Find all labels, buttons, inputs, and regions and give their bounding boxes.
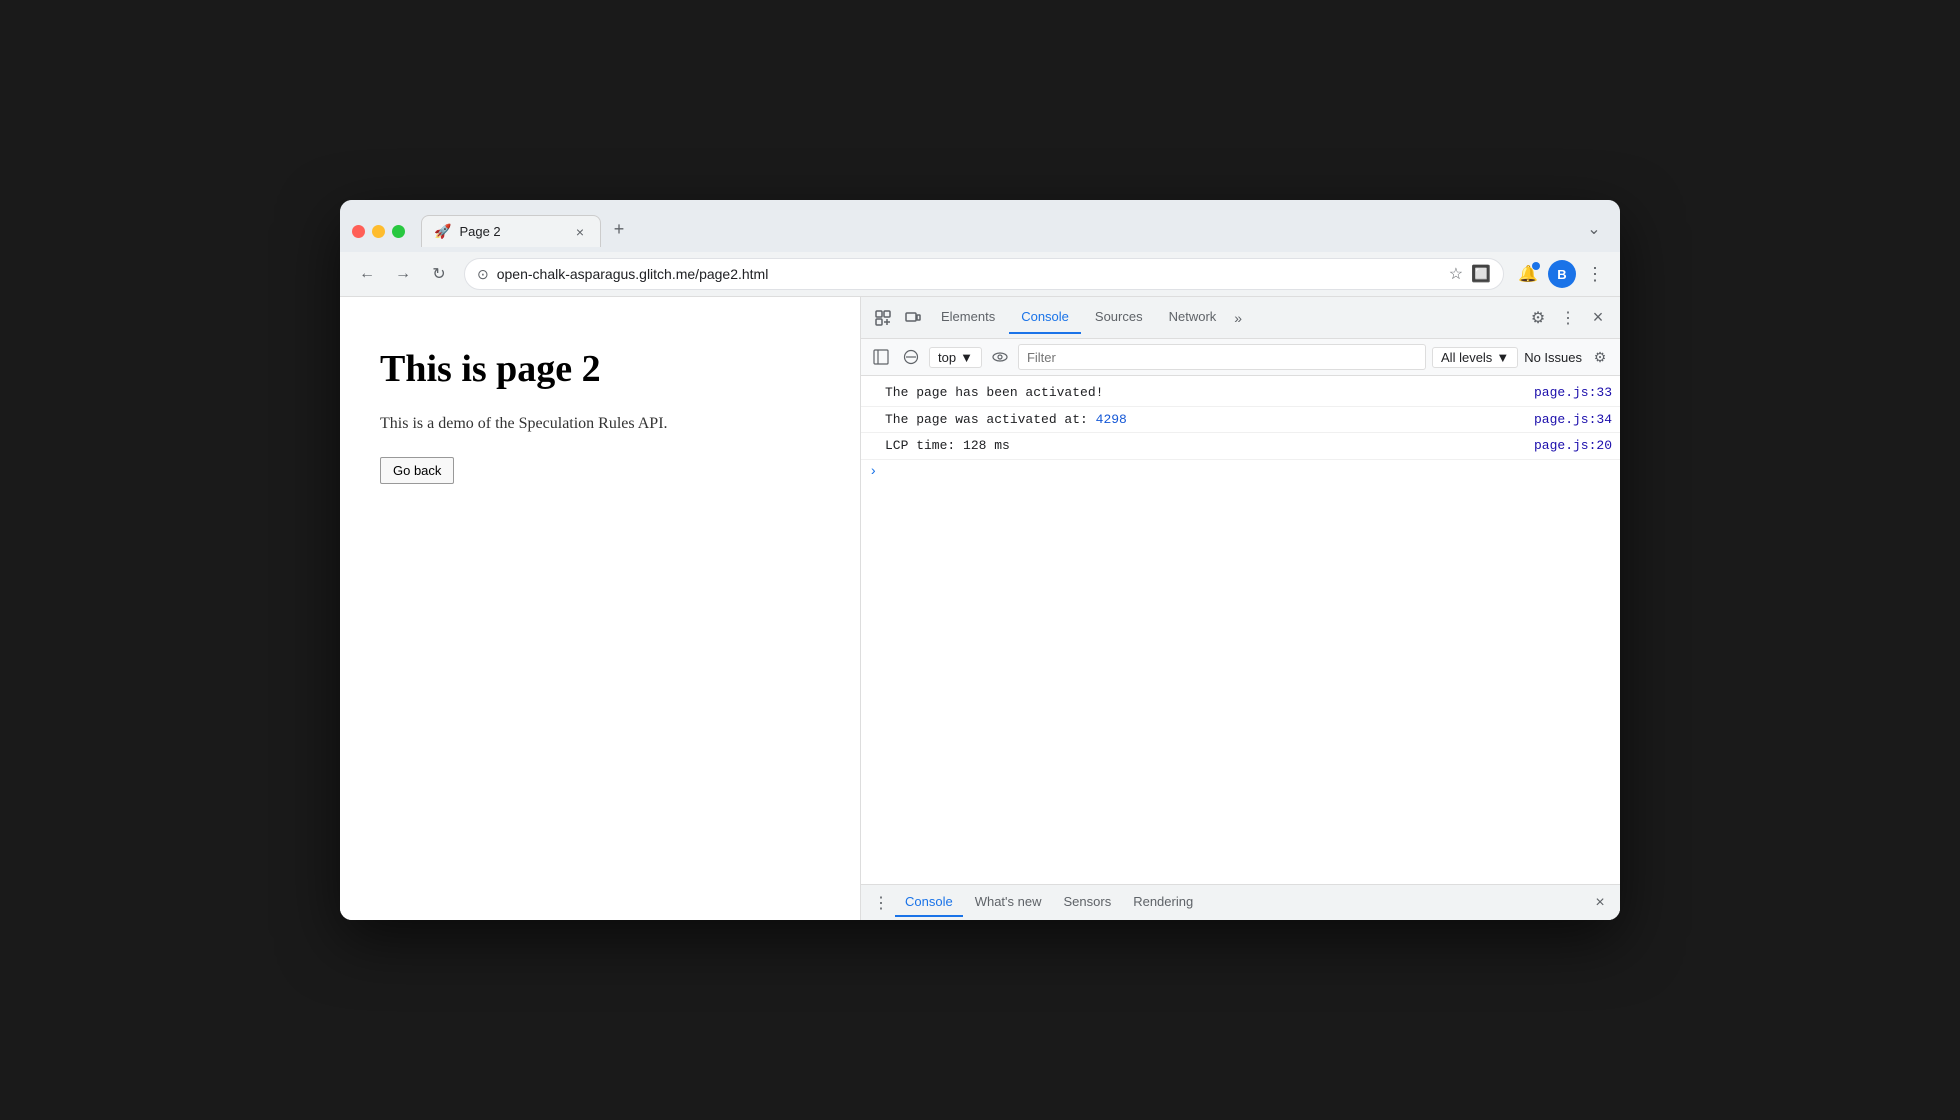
browser-more-button[interactable]: ⋮ <box>1582 264 1608 285</box>
address-bar[interactable]: ⊙ open-chalk-asparagus.glitch.me/page2.h… <box>464 258 1504 290</box>
context-label: top <box>938 350 956 365</box>
tab-bar: 🚀 Page 2 × + ⌄ <box>421 215 1608 247</box>
page-content: This is page 2 This is a demo of the Spe… <box>340 297 860 920</box>
devtools-more-button[interactable]: ⋮ <box>1554 304 1582 332</box>
console-context-selector[interactable]: top ▼ <box>929 347 982 368</box>
console-eye-button[interactable] <box>988 345 1012 369</box>
browser-window: 🚀 Page 2 × + ⌄ ← → ↻ ⊙ open-chalk-aspara… <box>340 200 1620 920</box>
browser-content: This is page 2 This is a demo of the Spe… <box>340 297 1620 920</box>
new-tab-button[interactable]: + <box>605 215 633 243</box>
devtools-settings-button[interactable]: ⚙ <box>1524 304 1552 332</box>
active-tab[interactable]: 🚀 Page 2 × <box>421 215 601 247</box>
prompt-arrow-icon: › <box>869 464 877 480</box>
nav-bar: ← → ↻ ⊙ open-chalk-asparagus.glitch.me/p… <box>340 252 1620 297</box>
devtools-close-button[interactable]: × <box>1584 304 1612 332</box>
log-value-2: 4298 <box>1096 412 1127 427</box>
log-message-2: The page was activated at: 4298 <box>885 410 1518 430</box>
forward-button[interactable]: → <box>388 259 418 289</box>
notification-button[interactable]: 🔔 <box>1514 260 1542 288</box>
no-issues-label: No Issues <box>1524 350 1582 365</box>
console-prompt-line[interactable]: › <box>861 460 1620 484</box>
console-log-line: The page was activated at: 4298 page.js:… <box>861 407 1620 434</box>
devtools-top-tabs: Elements Console Sources Network » ⚙ ⋮ × <box>861 297 1620 339</box>
devtools-bottom-bar: ⋮ Console What's new Sensors Rendering × <box>861 884 1620 920</box>
device-toolbar-button[interactable] <box>899 304 927 332</box>
levels-label: All levels <box>1441 350 1492 365</box>
console-output: The page has been activated! page.js:33 … <box>861 376 1620 884</box>
tab-expand-button[interactable]: ⌄ <box>1580 215 1608 243</box>
log-link-1[interactable]: page.js:33 <box>1534 383 1612 403</box>
extension-icon[interactable]: 🔲 <box>1471 264 1491 284</box>
page-title: This is page 2 <box>380 347 820 391</box>
context-arrow-icon: ▼ <box>960 350 973 365</box>
console-settings-button[interactable]: ⚙ <box>1588 345 1612 369</box>
tab-sources[interactable]: Sources <box>1083 301 1155 334</box>
notification-dot <box>1532 262 1540 270</box>
tab-title: Page 2 <box>459 224 564 239</box>
tab-favicon-icon: 🚀 <box>434 223 451 240</box>
maximize-traffic-light[interactable] <box>392 225 405 238</box>
bottom-tab-console[interactable]: Console <box>895 888 963 917</box>
console-toolbar: top ▼ All levels ▼ No Issues ⚙ <box>861 339 1620 376</box>
traffic-lights <box>352 225 405 238</box>
tab-close-button[interactable]: × <box>572 224 588 240</box>
reload-button[interactable]: ↻ <box>424 259 454 289</box>
console-log-line: LCP time: 128 ms page.js:20 <box>861 433 1620 460</box>
log-link-3[interactable]: page.js:20 <box>1534 436 1612 456</box>
inspect-element-button[interactable] <box>869 304 897 332</box>
console-log-levels-selector[interactable]: All levels ▼ <box>1432 347 1518 368</box>
go-back-button[interactable]: Go back <box>380 457 454 484</box>
url-text: open-chalk-asparagus.glitch.me/page2.htm… <box>497 266 1441 282</box>
console-log-line: The page has been activated! page.js:33 <box>861 380 1620 407</box>
minimize-traffic-light[interactable] <box>372 225 385 238</box>
profile-button[interactable]: B <box>1548 260 1576 288</box>
log-prefix-2: The page was activated at: <box>885 412 1096 427</box>
more-tabs-button[interactable]: » <box>1230 310 1246 326</box>
tab-console[interactable]: Console <box>1009 301 1081 334</box>
console-clear-button[interactable] <box>899 345 923 369</box>
bottom-tab-rendering[interactable]: Rendering <box>1123 888 1203 917</box>
log-link-2[interactable]: page.js:34 <box>1534 410 1612 430</box>
tab-elements[interactable]: Elements <box>929 301 1007 334</box>
page-description: This is a demo of the Speculation Rules … <box>380 415 820 433</box>
levels-arrow-icon: ▼ <box>1496 350 1509 365</box>
log-message-1: The page has been activated! <box>885 383 1518 403</box>
close-traffic-light[interactable] <box>352 225 365 238</box>
console-filter-input[interactable] <box>1018 344 1426 370</box>
bottom-tab-sensors[interactable]: Sensors <box>1054 888 1122 917</box>
log-message-3: LCP time: 128 ms <box>885 436 1518 456</box>
title-bar: 🚀 Page 2 × + ⌄ <box>340 200 1620 252</box>
bottom-close-button[interactable]: × <box>1588 891 1612 915</box>
devtools-panel: Elements Console Sources Network » ⚙ ⋮ × <box>860 297 1620 920</box>
bottom-tab-whats-new[interactable]: What's new <box>965 888 1052 917</box>
security-icon: ⊙ <box>477 266 489 283</box>
bottom-more-button[interactable]: ⋮ <box>869 891 893 915</box>
back-button[interactable]: ← <box>352 259 382 289</box>
console-sidebar-button[interactable] <box>869 345 893 369</box>
bookmark-icon[interactable]: ☆ <box>1449 264 1463 284</box>
tab-network[interactable]: Network <box>1157 301 1229 334</box>
